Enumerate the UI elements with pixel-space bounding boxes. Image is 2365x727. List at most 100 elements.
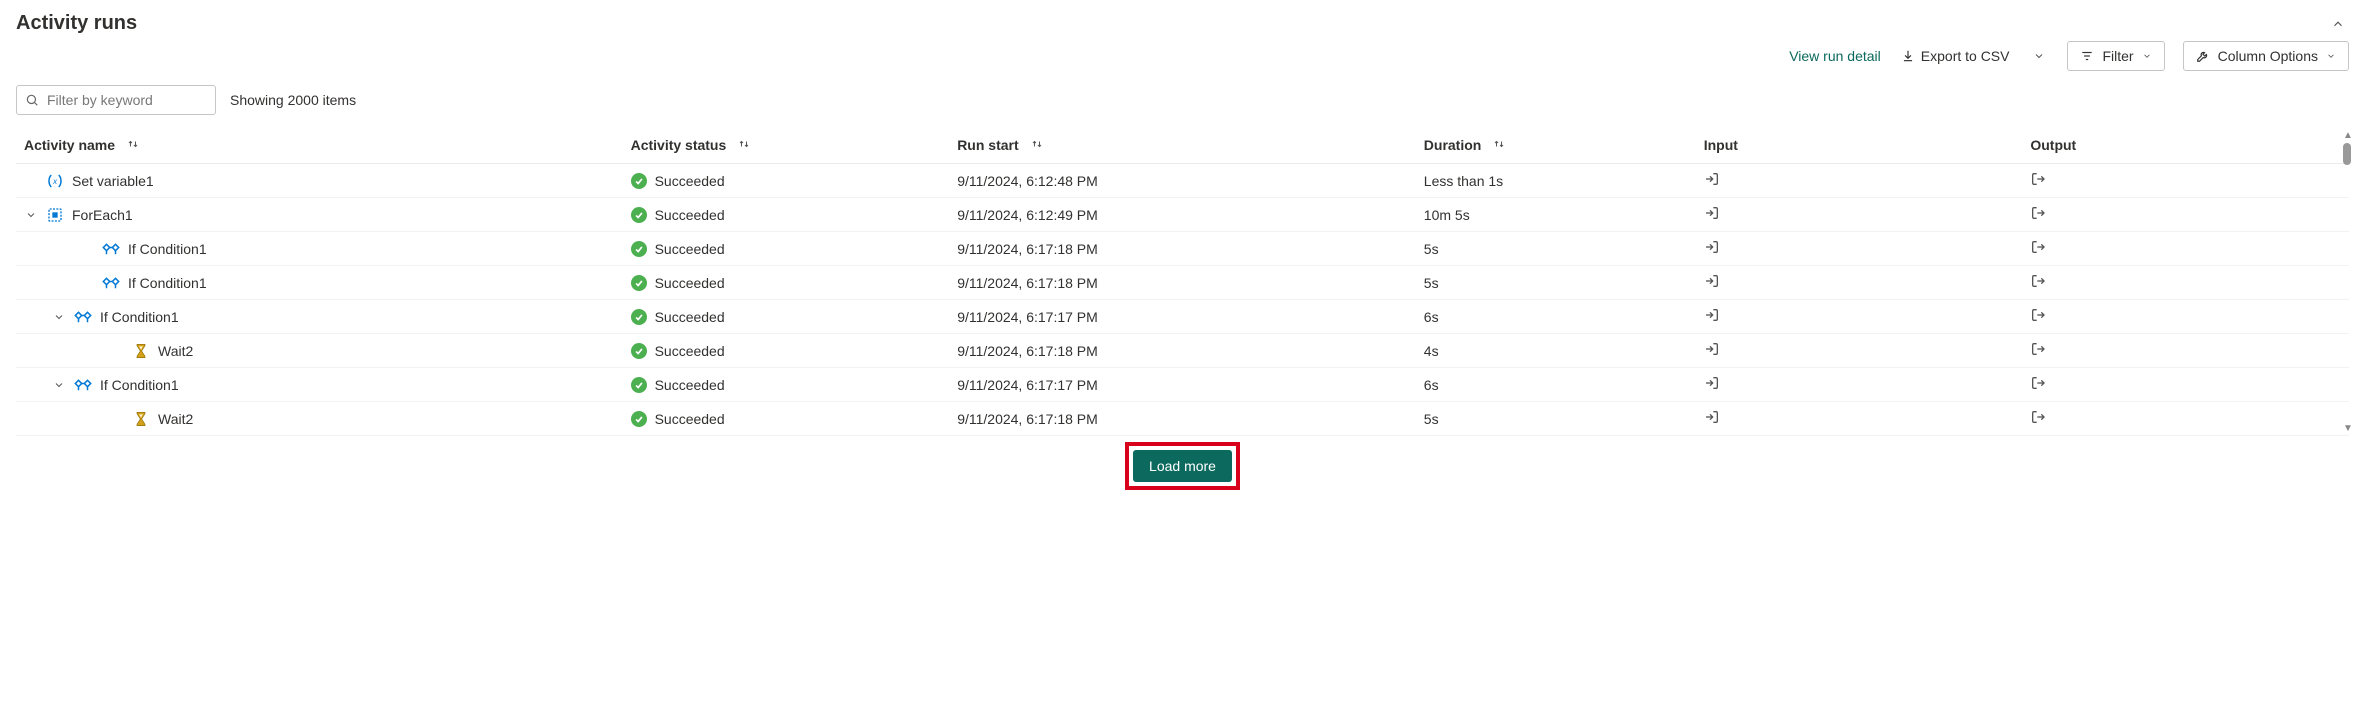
activity-name: ForEach1	[72, 207, 133, 223]
col-activity-status[interactable]: Activity status	[623, 129, 950, 164]
filter-button[interactable]: Filter	[2067, 41, 2164, 71]
table-row[interactable]: If Condition1 Succeeded 9/11/2024, 6:17:18…	[16, 266, 2349, 300]
col-output[interactable]: Output	[2022, 129, 2349, 164]
input-icon[interactable]	[1704, 409, 1720, 425]
duration: 10m 5s	[1416, 198, 1696, 232]
wait-icon	[132, 342, 150, 360]
collapse-panel-icon[interactable]	[2327, 13, 2349, 35]
duration: 6s	[1416, 368, 1696, 402]
status-text: Succeeded	[655, 173, 725, 189]
duration: 5s	[1416, 266, 1696, 300]
view-run-detail-link[interactable]: View run detail	[1789, 48, 1881, 64]
expander-icon[interactable]	[24, 209, 38, 221]
search-input[interactable]	[45, 91, 207, 109]
table-row[interactable]: Wait2 Succeeded 9/11/2024, 6:17:18 PM4s	[16, 334, 2349, 368]
status-text: Succeeded	[655, 241, 725, 257]
table-row[interactable]: xSet variable1Succeeded9/11/2024, 6:12:4…	[16, 164, 2349, 198]
variable-icon: x	[46, 172, 64, 190]
run-start: 9/11/2024, 6:17:17 PM	[949, 300, 1416, 334]
input-icon[interactable]	[1704, 171, 1720, 187]
ifcond-icon	[74, 376, 92, 394]
table-row[interactable]: Wait2Succeeded9/11/2024, 6:17:18 PM5s	[16, 402, 2349, 436]
table-row[interactable]: If Condition1Succeeded9/11/2024, 6:17:17…	[16, 300, 2349, 334]
status-text: Succeeded	[655, 207, 725, 223]
output-icon[interactable]	[2030, 341, 2046, 357]
output-icon[interactable]	[2030, 273, 2046, 289]
success-icon	[631, 241, 647, 257]
activity-name: Wait2	[158, 343, 193, 359]
expander-icon[interactable]	[52, 379, 66, 391]
wait-icon	[132, 410, 150, 428]
output-icon[interactable]	[2030, 375, 2046, 391]
activity-name: Set variable1	[72, 173, 154, 189]
input-icon[interactable]	[1704, 273, 1720, 289]
export-dropdown-icon[interactable]	[2029, 48, 2049, 64]
activity-name: If Condition1	[128, 275, 207, 291]
column-options-button[interactable]: Column Options	[2183, 41, 2349, 71]
table-row[interactable]: If Condition1Succeeded9/11/2024, 6:17:17…	[16, 368, 2349, 402]
search-box[interactable]	[16, 85, 216, 115]
foreach-icon	[46, 206, 64, 224]
col-duration[interactable]: Duration	[1416, 129, 1696, 164]
output-icon[interactable]	[2030, 205, 2046, 221]
page-title: Activity runs	[16, 12, 137, 35]
input-icon[interactable]	[1704, 375, 1720, 391]
load-more-highlight: Load more	[1125, 442, 1240, 490]
output-icon[interactable]	[2030, 307, 2046, 323]
expander-icon[interactable]	[52, 311, 66, 323]
sort-icon	[1031, 138, 1043, 150]
duration: 5s	[1416, 232, 1696, 266]
activity-runs-table: Activity name Activity status Run start …	[16, 129, 2349, 436]
success-icon	[631, 173, 647, 189]
table-row[interactable]: ForEach1 Succeeded 9/11/2024, 6:12:49 PM10…	[16, 198, 2349, 232]
success-icon	[631, 275, 647, 291]
activity-name: If Condition1	[100, 309, 179, 325]
col-input[interactable]: Input	[1696, 129, 2023, 164]
run-start: 9/11/2024, 6:17:18 PM	[949, 334, 1416, 368]
wrench-icon	[2196, 49, 2210, 63]
toolbar: View run detail Export to CSV Filter Col…	[16, 41, 2349, 71]
col-run-start[interactable]: Run start	[949, 129, 1416, 164]
scroll-down-icon[interactable]: ▼	[2343, 424, 2353, 434]
success-icon	[631, 343, 647, 359]
export-csv-button[interactable]: Export to CSV	[1899, 44, 2012, 68]
status-text: Succeeded	[655, 377, 725, 393]
activity-name: Wait2	[158, 411, 193, 427]
duration: 4s	[1416, 334, 1696, 368]
scrollbar[interactable]: ▲ ▼	[2343, 131, 2353, 434]
output-icon[interactable]	[2030, 171, 2046, 187]
sort-icon	[127, 138, 139, 150]
filter-label: Filter	[2102, 48, 2133, 64]
output-icon[interactable]	[2030, 239, 2046, 255]
col-status-label: Activity status	[631, 137, 727, 153]
input-icon[interactable]	[1704, 307, 1720, 323]
scroll-thumb[interactable]	[2343, 143, 2351, 165]
col-activity-name[interactable]: Activity name	[16, 129, 623, 164]
status-text: Succeeded	[655, 275, 725, 291]
run-start: 9/11/2024, 6:17:18 PM	[949, 232, 1416, 266]
run-start: 9/11/2024, 6:12:49 PM	[949, 198, 1416, 232]
success-icon	[631, 207, 647, 223]
duration: Less than 1s	[1416, 164, 1696, 198]
scroll-up-icon[interactable]: ▲	[2343, 131, 2353, 141]
col-input-label: Input	[1704, 137, 1738, 153]
col-duration-label: Duration	[1424, 137, 1482, 153]
col-start-label: Run start	[957, 137, 1018, 153]
search-icon	[25, 93, 39, 107]
load-more-button[interactable]: Load more	[1133, 450, 1232, 482]
table-row[interactable]: If Condition1 Succeeded 9/11/2024, 6:17:18…	[16, 232, 2349, 266]
input-icon[interactable]	[1704, 341, 1720, 357]
output-icon[interactable]	[2030, 409, 2046, 425]
status-text: Succeeded	[655, 343, 725, 359]
activity-name: If Condition1	[100, 377, 179, 393]
item-count: Showing 2000 items	[230, 92, 356, 108]
input-icon[interactable]	[1704, 239, 1720, 255]
col-name-label: Activity name	[24, 137, 115, 153]
run-start: 9/11/2024, 6:17:18 PM	[949, 266, 1416, 300]
duration: 5s	[1416, 402, 1696, 436]
svg-text:x: x	[52, 177, 58, 186]
column-options-label: Column Options	[2218, 48, 2318, 64]
input-icon[interactable]	[1704, 205, 1720, 221]
status-text: Succeeded	[655, 411, 725, 427]
activity-name: If Condition1	[128, 241, 207, 257]
